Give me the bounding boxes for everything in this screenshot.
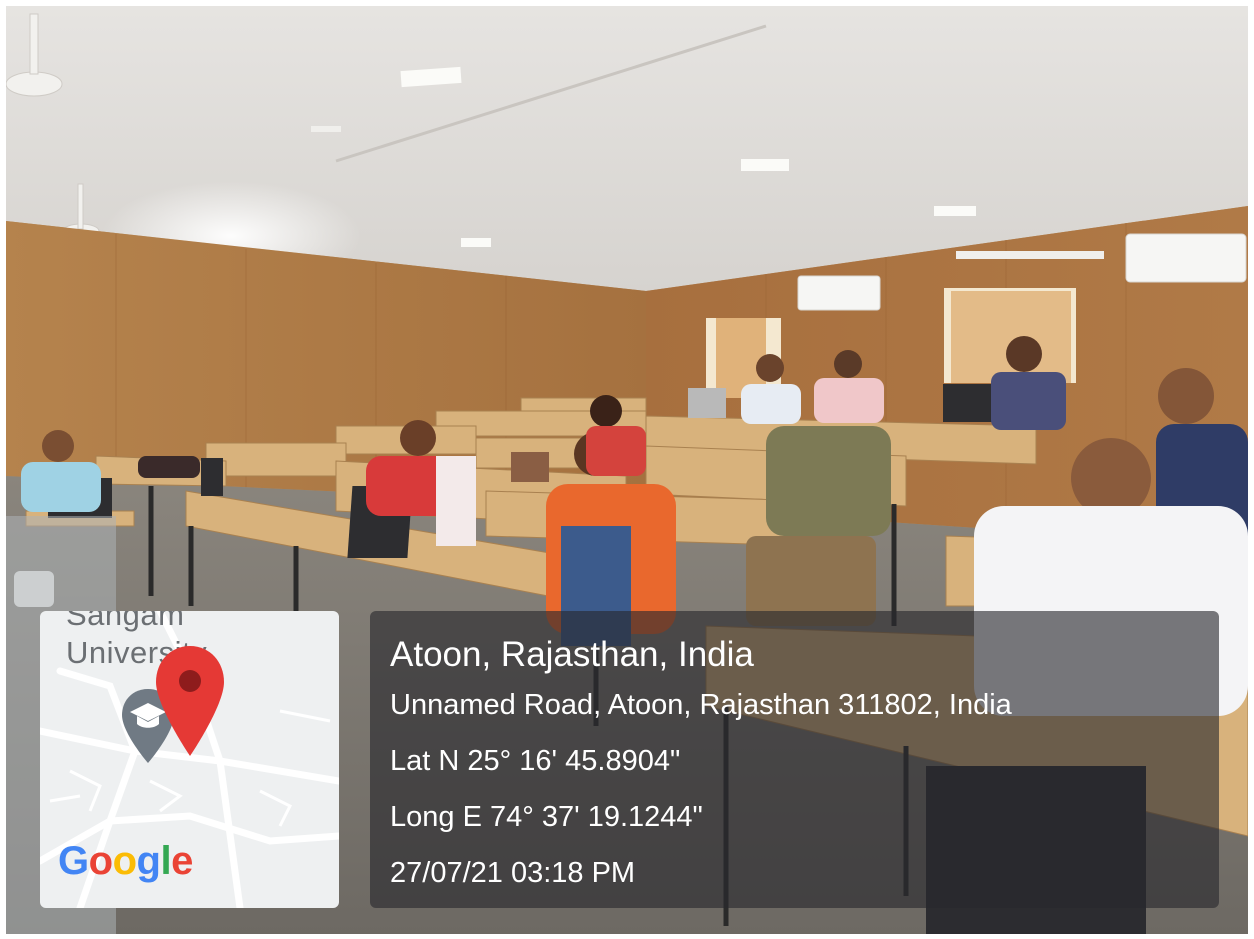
map-label-sangam: Sangam (66, 611, 185, 632)
place-title: Atoon, Rajasthan, India (390, 635, 754, 674)
google-logo-letter: o (88, 839, 113, 883)
geotag-info-panel: Atoon, Rajasthan, India Unnamed Road, At… (370, 611, 1219, 908)
google-logo-letter: g (136, 839, 161, 883)
google-logo: Google (58, 839, 193, 884)
latitude-text: Lat N 25° 16' 45.8904" (390, 745, 681, 777)
google-logo-letter: l (160, 839, 172, 883)
google-logo-letter: G (58, 839, 89, 883)
google-logo-letter: o (112, 839, 137, 883)
street-address: Unnamed Road, Atoon, Rajasthan 311802, I… (390, 689, 1012, 721)
map-thumbnail: Sangam University Google (40, 611, 339, 908)
google-logo-letter: e (171, 839, 193, 883)
timestamp-text: 27/07/21 03:18 PM (390, 857, 636, 889)
longitude-text: Long E 74° 37' 19.1244" (390, 801, 703, 833)
location-pin-icon (156, 646, 224, 756)
